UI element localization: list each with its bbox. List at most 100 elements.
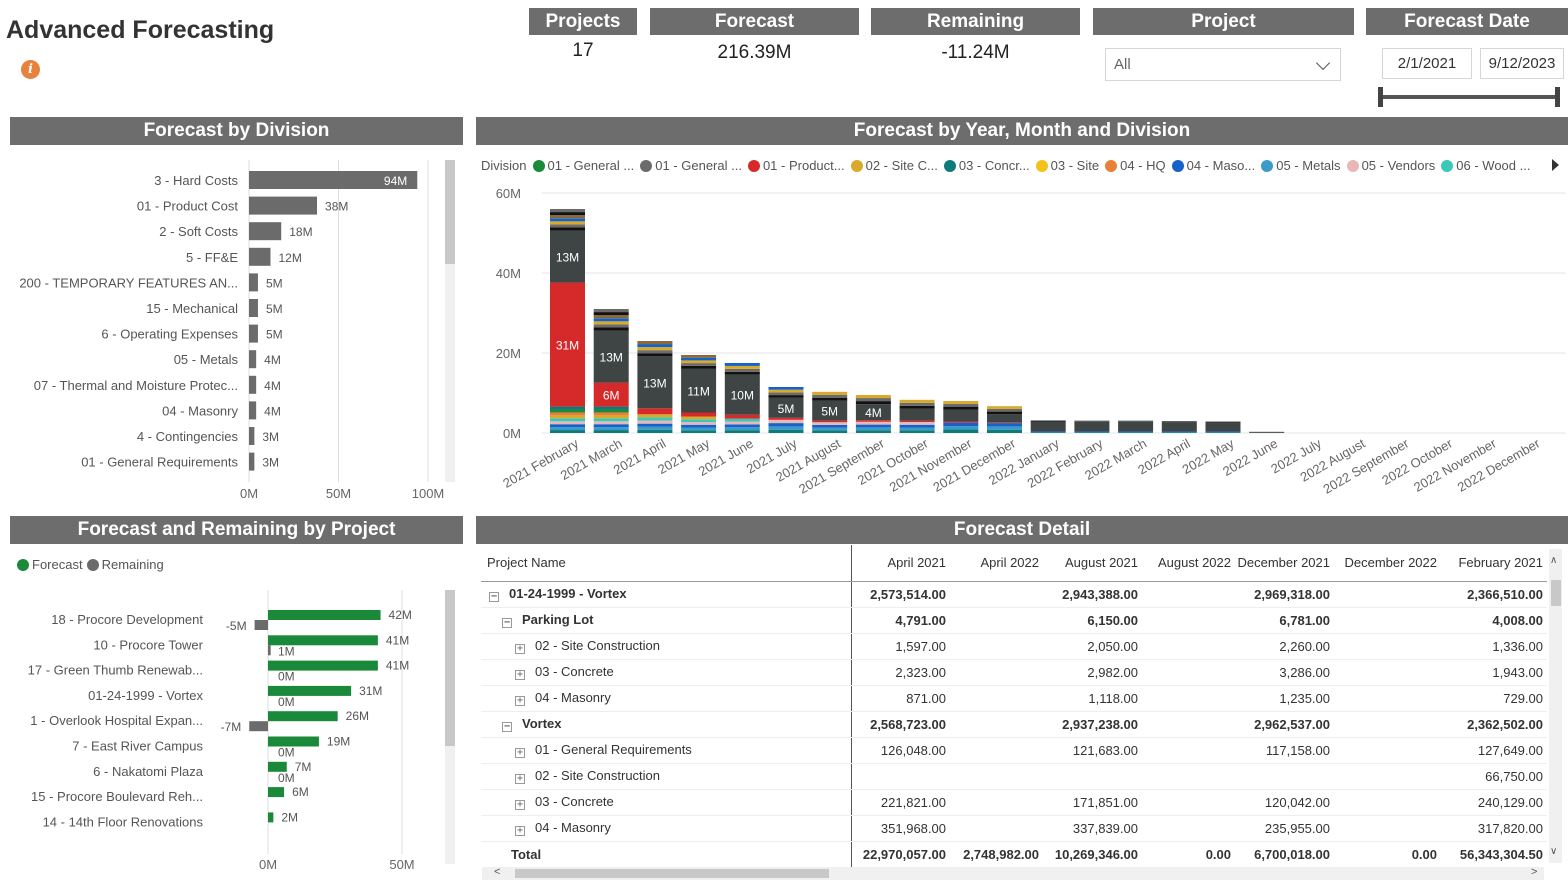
division-segment[interactable] — [593, 427, 629, 431]
division-bar[interactable] — [249, 273, 258, 292]
product-cost-segment[interactable] — [987, 422, 1022, 424]
expand-icon[interactable]: + — [515, 696, 525, 706]
division-segment[interactable] — [1161, 431, 1197, 433]
division-segment[interactable] — [681, 419, 717, 422]
division-segment[interactable] — [724, 365, 760, 369]
legend-item[interactable]: Forecast — [17, 557, 83, 572]
legend-item[interactable]: 06 - Wood ... — [1441, 158, 1530, 173]
project-dropdown[interactable]: All — [1105, 48, 1341, 81]
division-segment[interactable] — [593, 324, 629, 328]
scroll-right-icon[interactable]: > — [1531, 866, 1537, 878]
division-segment[interactable] — [724, 368, 760, 372]
division-segment[interactable] — [724, 427, 760, 431]
end-date-input[interactable]: 9/12/2023 — [1480, 48, 1564, 79]
division-segment[interactable] — [855, 398, 891, 402]
division-segment[interactable] — [637, 353, 673, 357]
division-segment[interactable] — [899, 422, 935, 425]
division-segment[interactable] — [724, 424, 760, 428]
division-segment[interactable] — [768, 389, 804, 393]
legend-item[interactable]: 02 - Site C... — [850, 158, 938, 173]
forecast-bar[interactable] — [268, 711, 338, 722]
legend-item[interactable]: 03 - Site — [1035, 158, 1099, 173]
division-segment[interactable] — [681, 422, 717, 425]
scroll-left-icon[interactable]: < — [494, 866, 500, 878]
division-segment[interactable] — [637, 417, 673, 421]
forecast-bar[interactable] — [268, 610, 381, 620]
division-segment[interactable] — [550, 227, 585, 231]
column-header[interactable]: August 2021 — [1045, 545, 1144, 582]
scroll-down-icon[interactable]: ∨ — [1550, 846, 1557, 857]
division-segment[interactable] — [637, 423, 673, 427]
general-segment[interactable] — [1205, 422, 1241, 432]
division-segment[interactable] — [593, 321, 629, 325]
division-segment[interactable] — [812, 424, 848, 428]
division-segment[interactable] — [1205, 431, 1241, 432]
division-segment[interactable] — [943, 426, 979, 430]
product-cost-segment[interactable] — [943, 421, 979, 423]
remaining-bar[interactable] — [254, 620, 268, 630]
division-segment[interactable] — [637, 429, 673, 433]
division-segment[interactable] — [1030, 431, 1066, 432]
division-segment[interactable] — [1161, 421, 1197, 422]
division-segment[interactable] — [550, 418, 585, 422]
division-segment[interactable] — [593, 409, 629, 413]
division-segment[interactable] — [768, 419, 804, 424]
division-bar[interactable] — [249, 222, 282, 241]
division-segment[interactable] — [1205, 431, 1241, 433]
division-bar[interactable] — [249, 324, 258, 343]
column-header[interactable]: Project Name — [481, 545, 852, 582]
division-segment[interactable] — [681, 363, 717, 366]
division-bar[interactable] — [249, 350, 257, 369]
division-segment[interactable] — [550, 221, 585, 225]
division-segment[interactable] — [550, 415, 585, 419]
division-segment[interactable] — [855, 430, 891, 433]
division-segment[interactable] — [550, 430, 585, 433]
division-segment[interactable] — [637, 344, 673, 348]
general-segment[interactable] — [1249, 431, 1285, 433]
division-segment[interactable] — [593, 421, 629, 425]
division-segment[interactable] — [899, 405, 935, 409]
division-segment[interactable] — [550, 421, 585, 425]
division-segment[interactable] — [987, 423, 1022, 427]
division-segment[interactable] — [943, 429, 979, 433]
division-segment[interactable] — [637, 341, 673, 345]
division-segment[interactable] — [1030, 420, 1066, 421]
division-segment[interactable] — [1161, 421, 1197, 423]
general-segment[interactable] — [1074, 421, 1110, 432]
division-segment[interactable] — [943, 401, 979, 404]
division-segment[interactable] — [681, 427, 717, 431]
division-bar[interactable] — [249, 247, 271, 266]
remaining-bar[interactable] — [268, 645, 271, 656]
division-segment[interactable] — [987, 426, 1022, 430]
division-segment[interactable] — [550, 409, 585, 413]
division-segment[interactable] — [855, 427, 891, 431]
division-segment[interactable] — [1161, 431, 1197, 432]
date-slider-end-handle[interactable] — [1555, 87, 1560, 107]
division-bar[interactable] — [249, 452, 255, 471]
product-cost-segment[interactable] — [724, 414, 760, 419]
product-cost-segment[interactable] — [812, 420, 848, 423]
legend-item[interactable]: 05 - Metals — [1261, 158, 1341, 173]
division-bar[interactable] — [249, 299, 258, 317]
legend-item[interactable]: 01 - Product... — [747, 158, 845, 173]
division-segment[interactable] — [899, 402, 935, 406]
division-segment[interactable] — [550, 212, 585, 216]
column-header[interactable]: August 2022 — [1144, 545, 1237, 582]
start-date-input[interactable]: 2/1/2021 — [1382, 48, 1472, 79]
legend-item[interactable]: 05 - Vendors — [1346, 158, 1435, 173]
division-bar[interactable] — [249, 375, 257, 394]
division-segment[interactable] — [724, 421, 760, 425]
division-segment[interactable] — [1030, 420, 1066, 422]
division-segment[interactable] — [681, 355, 717, 358]
division-segment[interactable] — [637, 414, 673, 418]
division-segment[interactable] — [593, 406, 629, 410]
division-segment[interactable] — [724, 430, 760, 433]
division-segment[interactable] — [1161, 432, 1197, 433]
division-segment[interactable] — [550, 412, 585, 416]
project-chart-scrollbar-thumb[interactable] — [445, 590, 455, 746]
division-segment[interactable] — [812, 394, 848, 398]
collapse-icon[interactable]: − — [502, 618, 512, 628]
column-header[interactable]: February 2021 — [1443, 545, 1547, 582]
division-segment[interactable] — [681, 365, 717, 369]
division-segment[interactable] — [1074, 421, 1110, 422]
